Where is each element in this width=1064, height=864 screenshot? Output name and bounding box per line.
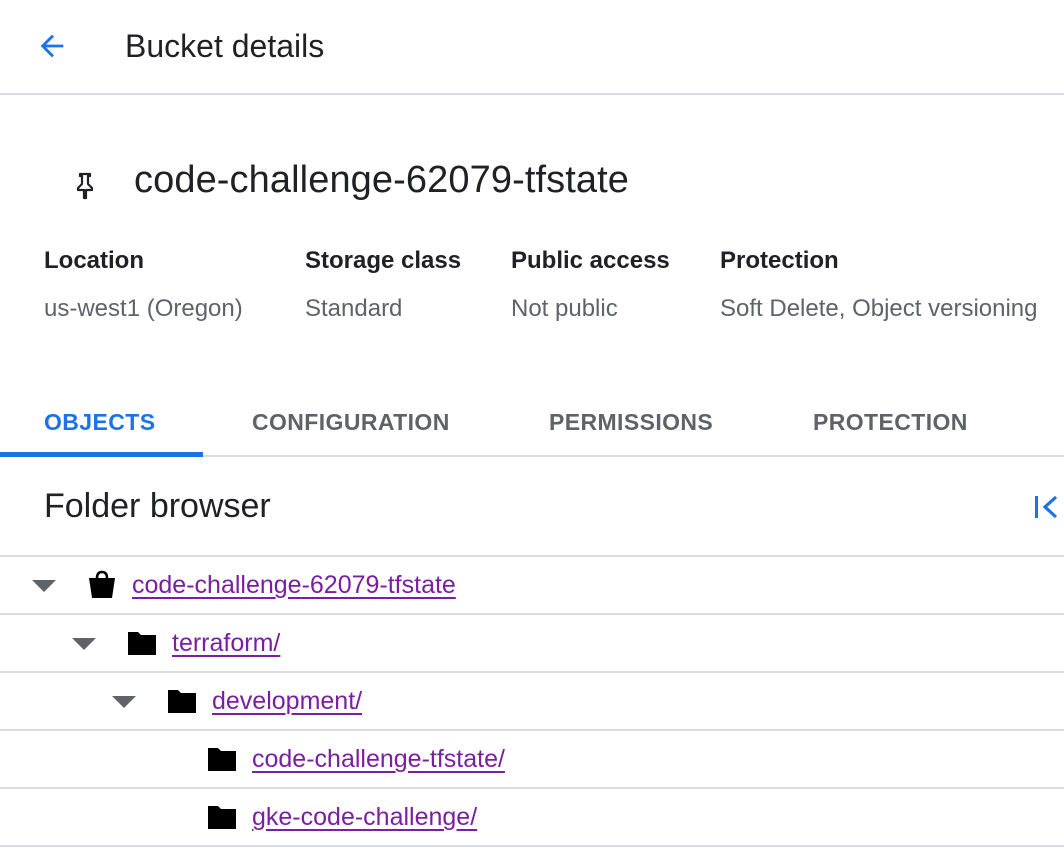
bucket-icon-wrap: [86, 570, 118, 599]
summary-location: Location us-west1 (Oregon): [44, 246, 243, 324]
tree-link-folder[interactable]: code-challenge-tfstate/: [252, 743, 505, 775]
arrow-back-icon: [40, 34, 64, 58]
tab-configuration[interactable]: CONFIGURATION: [252, 390, 450, 455]
tab-bar: OBJECTS CONFIGURATION PERMISSIONS PROTEC…: [0, 390, 1064, 457]
expand-caret[interactable]: [71, 635, 97, 653]
tree-row: code-challenge-62079-tfstate: [0, 557, 1064, 615]
summary-protection: Protection Soft Delete, Object versionin…: [720, 246, 1038, 324]
pin-icon: [76, 172, 94, 200]
tree-row: code-challenge-tfstate/: [0, 731, 1064, 789]
top-bar: Bucket details: [0, 0, 1064, 95]
summary-storage-class: Storage class Standard: [305, 246, 461, 324]
tree-row: gke-code-challenge/: [0, 789, 1064, 847]
collapse-panel-button[interactable]: [1030, 488, 1064, 526]
tree-link-folder[interactable]: terraform/: [172, 627, 280, 659]
tab-permissions[interactable]: PERMISSIONS: [549, 390, 713, 455]
folder-icon-wrap: [206, 803, 238, 831]
expand-caret[interactable]: [111, 693, 137, 711]
summary-value: Not public: [511, 295, 618, 322]
folder-icon: [168, 690, 196, 713]
bucket-icon: [89, 570, 115, 598]
tree-link-folder[interactable]: gke-code-challenge/: [252, 801, 477, 833]
tree-row: terraform/: [0, 615, 1064, 673]
tree-row: development/: [0, 673, 1064, 731]
summary-label: Location: [44, 247, 144, 274]
collapse-panel-icon: [1035, 495, 1058, 519]
tree-link-bucket[interactable]: code-challenge-62079-tfstate: [132, 569, 456, 601]
tab-protection[interactable]: PROTECTION: [813, 390, 968, 455]
summary-label: Protection: [720, 247, 839, 274]
folder-tree: code-challenge-62079-tfstate terraform/ …: [0, 555, 1064, 847]
caret-down-icon: [72, 638, 96, 650]
pin-button[interactable]: [70, 168, 100, 204]
summary-public-access: Public access Not public: [511, 246, 670, 324]
summary-value: Standard: [305, 295, 403, 322]
folder-icon-wrap: [166, 687, 198, 715]
tree-link-folder[interactable]: development/: [212, 685, 362, 717]
caret-down-icon: [112, 696, 136, 708]
folder-icon: [208, 748, 236, 771]
summary-value: Soft Delete, Object versioning: [720, 295, 1038, 322]
summary-label: Public access: [511, 247, 670, 274]
caret-down-icon: [32, 580, 56, 592]
folder-icon-wrap: [126, 629, 158, 657]
folder-icon: [128, 632, 156, 655]
active-tab-indicator: [0, 452, 203, 457]
summary-value: us-west1 (Oregon): [44, 295, 243, 322]
back-button[interactable]: [30, 26, 74, 66]
bucket-name: code-challenge-62079-tfstate: [134, 159, 630, 201]
page-title: Bucket details: [125, 28, 325, 64]
summary-label: Storage class: [305, 247, 462, 274]
folder-icon: [208, 806, 236, 829]
folder-icon-wrap: [206, 745, 238, 773]
folder-browser-title: Folder browser: [44, 487, 271, 525]
tab-objects[interactable]: OBJECTS: [44, 390, 155, 455]
expand-caret[interactable]: [31, 577, 57, 595]
